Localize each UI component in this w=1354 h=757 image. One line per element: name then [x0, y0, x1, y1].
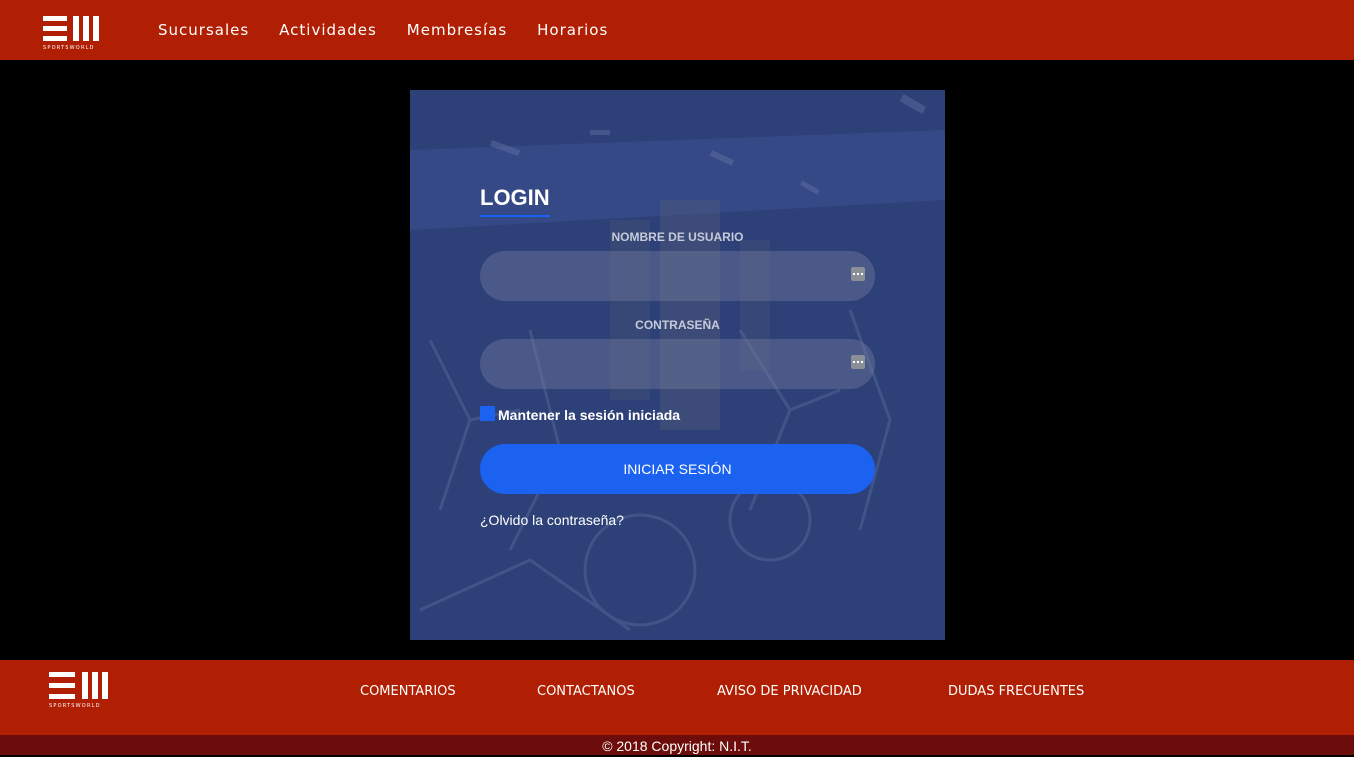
logo-bars-icon [43, 16, 99, 41]
footer-link-aviso-privacidad[interactable]: AVISO DE PRIVACIDAD [717, 684, 862, 700]
main-nav: Sucursales Actividades Membresías Horari… [158, 20, 608, 40]
nav-membresias[interactable]: Membresías [407, 20, 507, 40]
forgot-password-link[interactable]: ¿Olvido la contraseña? [480, 511, 624, 529]
login-title: LOGIN [480, 185, 550, 217]
username-label: NOMBRE DE USUARIO [611, 230, 744, 244]
top-navbar: SPORTSWORLD Sucursales Actividades Membr… [0, 0, 1354, 60]
footer-link-contactanos[interactable]: CONTACTANOS [537, 684, 635, 700]
footer-links: COMENTARIOS CONTACTANOS AVISO DE PRIVACI… [0, 684, 1354, 704]
footer: SPORTSWORLD COMENTARIOS CONTACTANOS AVIS… [0, 660, 1354, 735]
password-input[interactable] [480, 339, 875, 389]
remember-label: Mantener la sesión iniciada [498, 407, 681, 423]
footer-link-comentarios[interactable]: COMENTARIOS [360, 684, 456, 700]
sportsworld-logo[interactable]: SPORTSWORLD [43, 16, 101, 52]
footer-link-dudas-frecuentes[interactable]: DUDAS FRECUENTES [948, 684, 1084, 700]
ellipsis-key-icon[interactable] [851, 267, 865, 281]
login-card: LOGIN NOMBRE DE USUARIO CONTRASEÑA Mante… [410, 90, 945, 640]
logo-wordmark: SPORTSWORLD [43, 45, 95, 51]
username-input[interactable] [480, 251, 875, 301]
login-form: LOGIN NOMBRE DE USUARIO CONTRASEÑA Mante… [480, 90, 875, 640]
ellipsis-key-icon[interactable] [851, 355, 865, 369]
nav-sucursales[interactable]: Sucursales [158, 20, 249, 40]
copyright-bar: © 2018 Copyright: N.I.T. [0, 735, 1354, 755]
password-label: CONTRASEÑA [635, 318, 720, 332]
remember-checkbox[interactable] [480, 405, 495, 421]
nav-horarios[interactable]: Horarios [537, 20, 608, 40]
nav-actividades[interactable]: Actividades [279, 20, 377, 40]
remember-session-toggle[interactable]: Mantener la sesión iniciada [480, 405, 681, 424]
login-submit-button[interactable]: INICIAR SESIÓN [480, 444, 875, 494]
